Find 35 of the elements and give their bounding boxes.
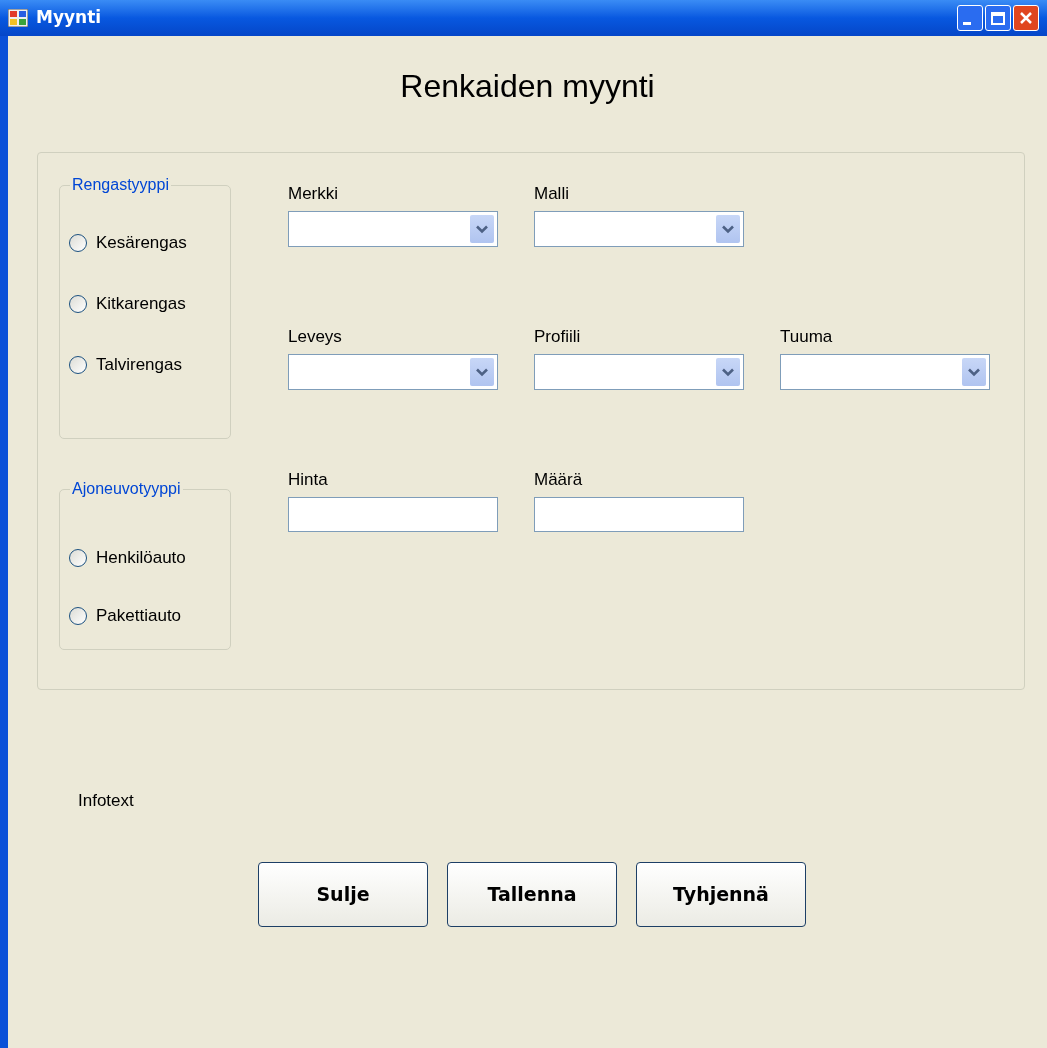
form-heading: Renkaiden myynti [399, 67, 656, 106]
dropdown-field[interactable] [534, 354, 744, 390]
form-button[interactable]: Tallenna [447, 861, 617, 927]
field-label: Profiili [534, 326, 582, 346]
radio-button[interactable] [69, 607, 87, 625]
radio-label: Kitkarengas [96, 293, 186, 316]
minimize-button[interactable] [957, 5, 983, 31]
dropdown-field[interactable] [534, 211, 744, 247]
input-field[interactable] [534, 497, 744, 532]
radio-label: Pakettiauto [96, 605, 182, 628]
radio-label: Henkilöauto [96, 547, 186, 570]
form-button[interactable]: Tyhjennä [636, 861, 806, 927]
radio-label: Talvirengas [96, 354, 182, 377]
dropdown-field[interactable] [288, 354, 498, 390]
info-text: Infotext [78, 790, 135, 812]
close-button[interactable] [1013, 5, 1039, 31]
field-label: Määrä [534, 469, 584, 489]
dropdown-field[interactable] [288, 211, 498, 247]
field-label: Malli [534, 183, 570, 203]
form-button[interactable]: Sulje [258, 861, 428, 927]
radio-button[interactable] [69, 356, 87, 374]
field-label: Hinta [288, 469, 329, 489]
field-label: Leveys [288, 326, 343, 346]
radio-button[interactable] [69, 234, 87, 252]
app-icon [8, 9, 28, 27]
radio-button[interactable] [69, 295, 87, 313]
input-field[interactable] [288, 497, 498, 532]
field-label: Merkki [288, 183, 340, 203]
field-label: Tuuma [780, 326, 834, 346]
dropdown-field[interactable] [780, 354, 990, 390]
radio-button[interactable] [69, 549, 87, 567]
maximize-button[interactable] [985, 5, 1011, 31]
radio-label: Kesärengas [96, 232, 187, 255]
close-icon[interactable] [1019, 11, 1033, 25]
window-title: Myynti [36, 6, 102, 30]
